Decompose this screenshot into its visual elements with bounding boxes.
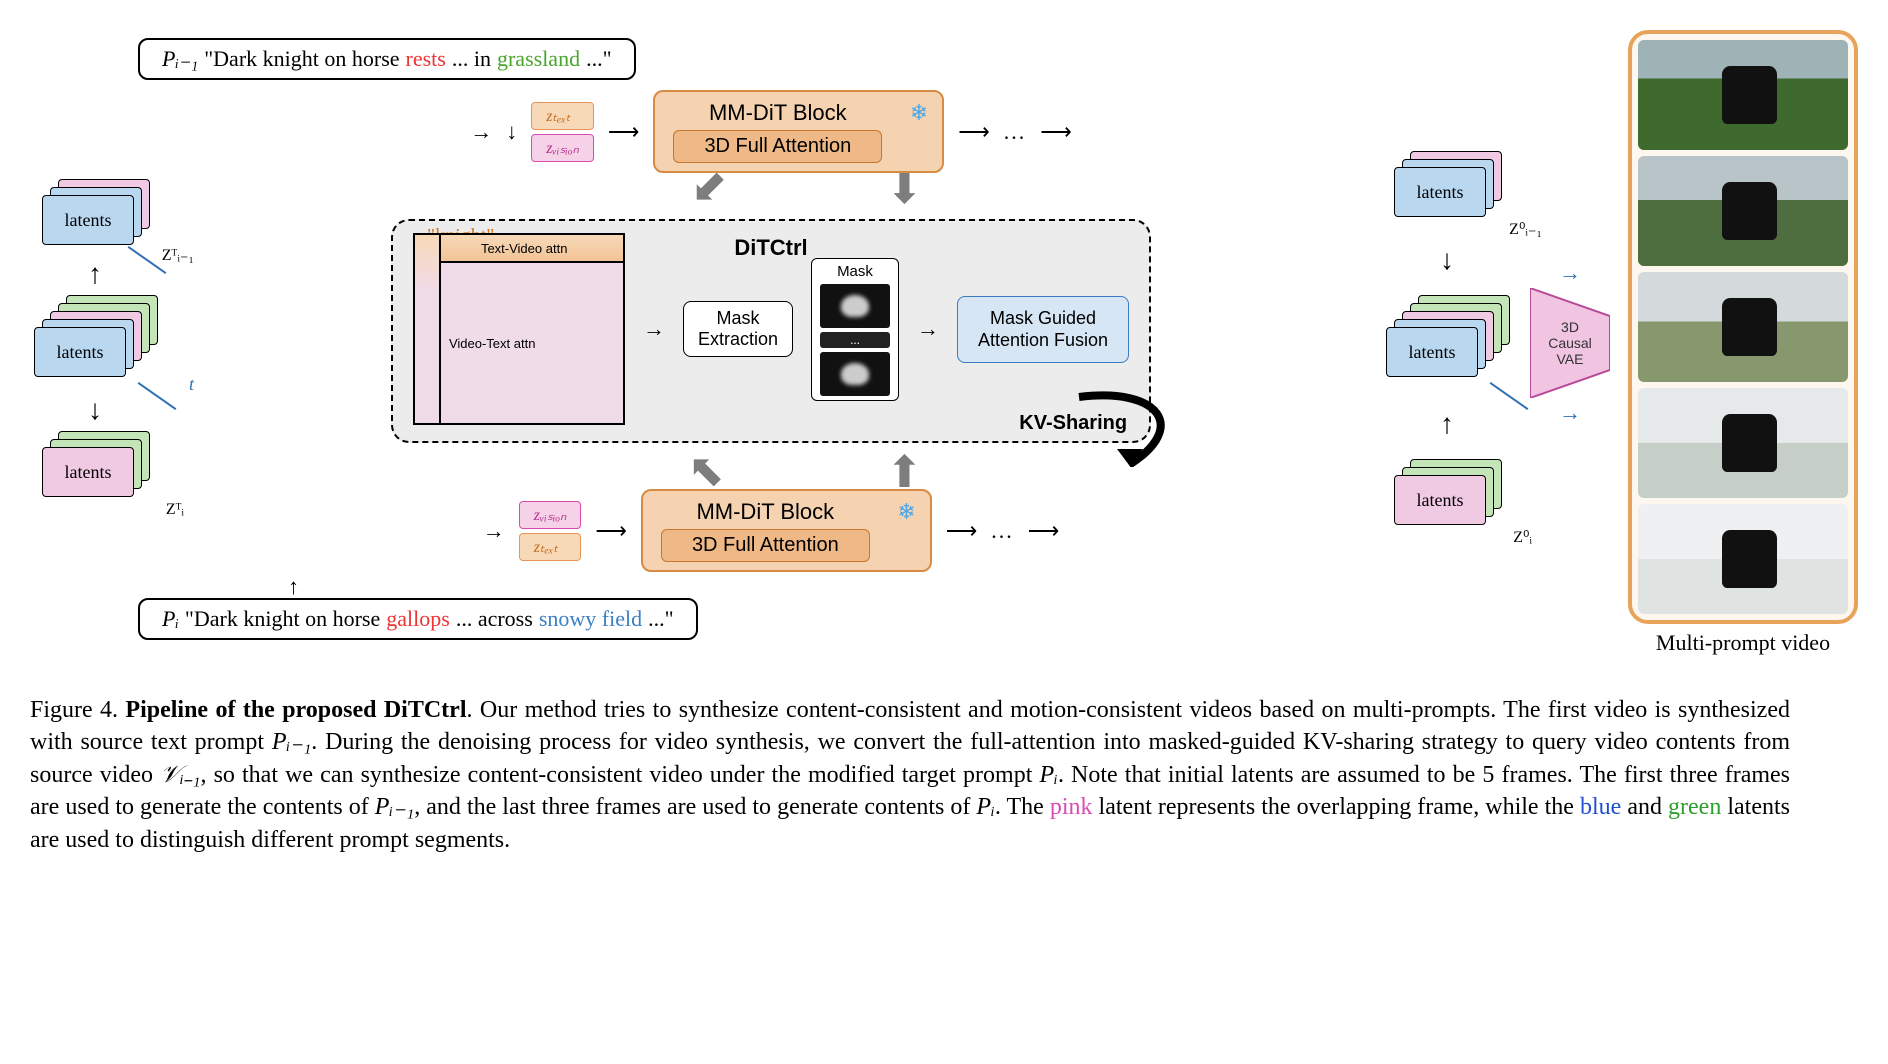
right-arrow-icon: ⟶: [1028, 518, 1060, 544]
right-arrow-icon: →: [483, 518, 505, 544]
prompt-tag: Pᵢ₋₁: [162, 46, 198, 72]
right-arrow-icon: →: [643, 316, 665, 342]
mmdit-title: MM-DiT Block: [661, 499, 870, 525]
video-frame: [1638, 388, 1848, 498]
right-arrow-icon: ⟶: [946, 518, 978, 544]
latent-stack-top-right: latents Z⁰ᵢ₋₁: [1392, 151, 1502, 227]
video-frame: [1638, 504, 1848, 614]
row-top-path: → ↓ zₜₑₓₜ zᵥᵢₛᵢₒₙ ⟶ ❄ MM-DiT Block 3D Fu…: [470, 90, 1072, 173]
z-chips-top: zₜₑₓₜ zᵥᵢₛᵢₒₙ: [531, 102, 594, 162]
mmdit-inner: 3D Full Attention: [673, 130, 882, 163]
prompt-word-snowy: snowy field: [539, 606, 642, 632]
ditctrl-title: DiTCtrl: [734, 235, 807, 261]
up-arrow-icon: ↑: [288, 576, 299, 598]
video-frame: [1638, 40, 1848, 150]
mmdit-block-bot: ❄ MM-DiT Block 3D Full Attention: [641, 489, 932, 572]
up-arrow-icon: ↑: [1440, 411, 1454, 439]
latent-stack-bot-right: latents Z⁰ᵢ: [1392, 459, 1502, 535]
mask-label: Mask: [837, 263, 873, 280]
caption-bold: Pipeline of the proposed DiTCtrl: [125, 697, 466, 723]
mmdit-inner: 3D Full Attention: [661, 529, 870, 562]
video-frame: [1638, 272, 1848, 382]
prompt-bot: Pᵢ "Dark knight on horse gallops ... acr…: [138, 598, 698, 640]
caption-blue: blue: [1580, 794, 1621, 820]
down-arrow-icon: ↓: [1440, 247, 1454, 275]
up-arrow-icon: ↑: [88, 261, 102, 289]
latent-card: latents: [1394, 475, 1486, 525]
mask-thumb: [820, 284, 890, 328]
ditctrl-box: "knight" DiTCtrl Text-Video attn Video-T…: [391, 219, 1151, 443]
right-arrow-icon: ⟶: [1040, 119, 1072, 145]
mmdit-title: MM-DiT Block: [673, 100, 882, 126]
z-vision-chip: zᵥᵢₛᵢₒₙ: [519, 501, 582, 529]
mask-extraction-box: Mask Extraction: [683, 301, 793, 357]
mmdit-block-top: ❄ MM-DiT Block 3D Full Attention: [653, 90, 944, 173]
latent-card: latents: [1394, 167, 1486, 217]
right-latents-column: latents Z⁰ᵢ₋₁ ↓ latents t ↑ latents Z⁰ᵢ: [1382, 151, 1512, 535]
down-arrow-icon: ↓: [88, 397, 102, 425]
right-arrow-icon: ⟶: [958, 119, 990, 145]
prompt-tag: Pᵢ: [162, 606, 179, 632]
right-arrow-icon: ⟶: [608, 119, 640, 145]
figure-wrap: latents Zᵀᵢ₋₁ ↑ latents t ↓ latents Zᵀᵢ: [30, 30, 1858, 856]
caption-pink: pink: [1050, 794, 1093, 820]
kv-sharing-label: KV-Sharing: [1019, 412, 1127, 435]
mask-column: Mask ...: [811, 258, 899, 401]
z-label-bot-right: Z⁰ᵢ: [1513, 527, 1532, 547]
video-strip: [1628, 30, 1858, 624]
video-frame: [1638, 156, 1848, 266]
z-chips-bot: zᵥᵢₛᵢₒₙ zₜₑₓₜ: [519, 501, 582, 561]
latent-stack-mid-left: latents t: [30, 295, 160, 391]
right-arrow-icon: →: [1559, 400, 1581, 426]
mask-thumb: [820, 352, 890, 396]
latent-card: latents: [42, 447, 134, 497]
ellipsis-icon: ...: [820, 332, 890, 348]
caption-green: green: [1668, 794, 1721, 820]
prompt-word-rests: rests: [406, 46, 446, 72]
right-arrow-icon: →: [917, 316, 939, 342]
latent-card: latents: [1386, 327, 1478, 377]
z-label-top-right: Z⁰ᵢ₋₁: [1509, 219, 1542, 239]
right-arrow-icon: ⟶: [595, 518, 627, 544]
video-text-attn-label: Video-Text attn: [440, 262, 624, 424]
latent-stack-mid-right: latents t: [1382, 295, 1512, 391]
vae-label: 3D Causal VAE: [1530, 288, 1610, 398]
prompt-word-gallops: gallops: [386, 606, 450, 632]
text-video-attn-label: Text-Video attn: [440, 234, 624, 262]
latent-stack-top-left: latents Zᵀᵢ₋₁: [40, 179, 150, 255]
fusion-box: Mask Guided Attention Fusion: [957, 296, 1129, 363]
row-bot-path: → zᵥᵢₛᵢₒₙ zₜₑₓₜ ⟶ ❄ MM-DiT Block 3D Full…: [483, 489, 1060, 572]
z-text-chip: zₜₑₓₜ: [519, 533, 582, 561]
right-arrow-icon: →: [470, 119, 492, 145]
vae-block: → 3D Causal VAE →: [1530, 260, 1610, 426]
strip-caption: Multi-prompt video: [1628, 630, 1858, 656]
figure-diagram: latents Zᵀᵢ₋₁ ↑ latents t ↓ latents Zᵀᵢ: [30, 30, 1858, 656]
snowflake-icon: ❄: [910, 100, 928, 126]
latent-card: latents: [42, 195, 134, 245]
vae-shape: 3D Causal VAE: [1530, 288, 1610, 398]
ellipsis-icon: ...: [1004, 119, 1027, 145]
ellipsis-icon: ...: [991, 518, 1014, 544]
figure-caption: Figure 4. Pipeline of the proposed DiTCt…: [30, 694, 1790, 856]
latent-stack-bot-left: latents Zᵀᵢ: [40, 431, 150, 507]
prompt-top: Pᵢ₋₁ "Dark knight on horse rests ... in …: [138, 38, 636, 80]
right-arrow-icon: →: [1559, 260, 1581, 286]
prompt-word-grassland: grassland: [497, 46, 580, 72]
z-text-chip: zₜₑₓₜ: [531, 102, 594, 130]
latent-card: latents: [34, 327, 126, 377]
thick-arrow-icon: ⬇: [886, 167, 923, 211]
left-latents-column: latents Zᵀᵢ₋₁ ↑ latents t ↓ latents Zᵀᵢ: [30, 179, 160, 507]
down-arrow-icon: ↓: [506, 121, 517, 143]
z-vision-chip: zᵥᵢₛᵢₒₙ: [531, 134, 594, 162]
center-column: Pᵢ₋₁ "Dark knight on horse rests ... in …: [178, 38, 1364, 648]
snowflake-icon: ❄: [897, 499, 915, 525]
output-column: Multi-prompt video: [1628, 30, 1858, 656]
attention-map: Text-Video attn Video-Text attn: [413, 233, 625, 425]
